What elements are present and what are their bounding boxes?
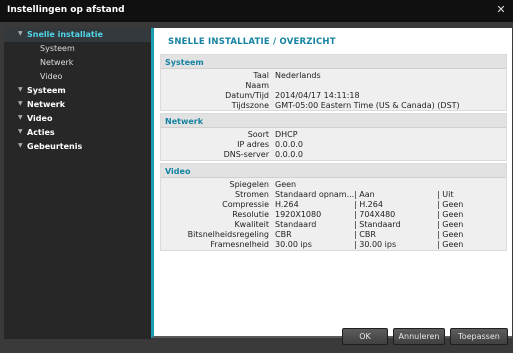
row-value: Standaard opnam... bbox=[275, 190, 355, 199]
sidebar-item-netwerk[interactable]: ▼ Netwerk bbox=[4, 98, 151, 112]
sidebar-item-label: Netwerk bbox=[27, 100, 66, 109]
row-key: Stromen bbox=[234, 190, 269, 199]
row-key: Soort bbox=[247, 130, 269, 139]
sidebar-item-label: Gebeurtenis bbox=[27, 142, 83, 151]
sidebar: ▼ Snelle installatie Systeem Netwerk Vid… bbox=[4, 28, 151, 339]
info-row: Resolutie 1920X1080 | 704X480 | Geen bbox=[161, 210, 506, 220]
section-title: Systeem bbox=[165, 58, 204, 67]
sidebar-subitem-systeem[interactable]: Systeem bbox=[4, 42, 151, 56]
row-value: Geen bbox=[275, 180, 297, 189]
sidebar-item-label: Video bbox=[40, 72, 63, 81]
section-header: Video bbox=[161, 164, 506, 178]
netwerk-section: Netwerk Soort DHCP IP adres 0.0.0.0 DNS-… bbox=[160, 113, 507, 161]
expand-arrow-icon: ▼ bbox=[18, 100, 23, 107]
video-section: Video Spiegelen Geen Stromen Standaard o… bbox=[160, 163, 507, 251]
info-row: DNS-server 0.0.0.0 bbox=[161, 150, 506, 160]
row-key: Kwaliteit bbox=[234, 220, 269, 229]
row-key: Framesnelheid bbox=[210, 240, 269, 249]
info-row: Compressie H.264 | H.264 | Geen bbox=[161, 200, 506, 210]
section-title: Netwerk bbox=[165, 117, 204, 126]
info-row: Spiegelen Geen bbox=[161, 180, 506, 190]
window-title: Instellingen op afstand bbox=[7, 5, 125, 15]
sidebar-subitem-netwerk[interactable]: Netwerk bbox=[4, 56, 151, 70]
row-value: GMT-05:00 Eastern Time (US & Canada) (DS… bbox=[275, 101, 460, 110]
info-row: Kwaliteit Standaard | Standaard | Geen bbox=[161, 220, 506, 230]
row-value: Standaard bbox=[275, 220, 317, 229]
close-icon[interactable]: ✕ bbox=[495, 4, 507, 16]
row-value: 0.0.0.0 bbox=[275, 140, 303, 149]
page-title: SNELLE INSTALLATIE / OVERZICHT bbox=[168, 37, 336, 47]
button-bar: OK Annuleren Toepassen bbox=[0, 325, 513, 353]
row-value: 0.0.0.0 bbox=[275, 150, 303, 159]
sidebar-item-label: Acties bbox=[27, 128, 55, 137]
row-key: Taal bbox=[253, 71, 269, 80]
ok-button[interactable]: OK bbox=[342, 328, 388, 345]
info-row: Bitsnelheidsregeling CBR | CBR | Geen bbox=[161, 230, 506, 240]
row-value-stream3: | Geen bbox=[437, 230, 464, 239]
sidebar-item-label: Snelle installatie bbox=[27, 30, 103, 39]
sidebar-item-acties[interactable]: ▼ Acties bbox=[4, 126, 151, 140]
info-row: Taal Nederlands bbox=[161, 71, 506, 81]
row-key: DNS-server bbox=[223, 150, 269, 159]
row-key: Spiegelen bbox=[229, 180, 269, 189]
row-value-stream3: | Geen bbox=[437, 220, 464, 229]
row-value-stream3: | Geen bbox=[437, 210, 464, 219]
systeem-section: Systeem Taal Nederlands Naam Datum/Tijd … bbox=[160, 54, 507, 111]
expand-arrow-icon: ▼ bbox=[18, 86, 23, 93]
sidebar-item-label: Systeem bbox=[40, 44, 75, 53]
row-value-stream2: | CBR bbox=[354, 230, 376, 239]
row-value: Nederlands bbox=[275, 71, 321, 80]
row-key: IP adres bbox=[237, 140, 269, 149]
sidebar-item-label: Systeem bbox=[27, 86, 66, 95]
info-row: Framesnelheid 30.00 ips | 30.00 ips | Ge… bbox=[161, 240, 506, 250]
expand-arrow-icon: ▼ bbox=[18, 142, 23, 149]
info-row: Soort DHCP bbox=[161, 130, 506, 140]
row-value: H.264 bbox=[275, 200, 299, 209]
content-panel: SNELLE INSTALLATIE / OVERZICHT Systeem T… bbox=[151, 28, 512, 338]
section-header: Netwerk bbox=[161, 114, 506, 128]
sidebar-item-label: Netwerk bbox=[40, 58, 74, 67]
info-row: Stromen Standaard opnam... | Aan | Uit bbox=[161, 190, 506, 200]
section-title: Video bbox=[165, 167, 191, 176]
row-value: CBR bbox=[275, 230, 292, 239]
row-value-stream3: | Geen bbox=[437, 200, 464, 209]
info-row: Naam bbox=[161, 81, 506, 91]
expand-arrow-icon: ▼ bbox=[18, 30, 23, 37]
row-value-stream3: | Geen bbox=[437, 240, 464, 249]
row-value-stream2: | H.264 bbox=[354, 200, 383, 209]
sidebar-item-video[interactable]: ▼ Video bbox=[4, 112, 151, 126]
info-row: Tijdszone GMT-05:00 Eastern Time (US & C… bbox=[161, 101, 506, 111]
row-key: Tijdszone bbox=[231, 101, 269, 110]
apply-button[interactable]: Toepassen bbox=[450, 328, 508, 345]
row-value-stream2: | 30.00 ips bbox=[354, 240, 397, 249]
row-key: Resolutie bbox=[232, 210, 269, 219]
row-value-stream3: | Uit bbox=[437, 190, 454, 199]
row-key: Bitsnelheidsregeling bbox=[187, 230, 269, 239]
row-value: 2014/04/17 14:11:18 bbox=[275, 91, 360, 100]
row-value: DHCP bbox=[275, 130, 298, 139]
cancel-button[interactable]: Annuleren bbox=[393, 328, 445, 345]
expand-arrow-icon: ▼ bbox=[18, 128, 23, 135]
sidebar-subitem-video[interactable]: Video bbox=[4, 70, 151, 84]
sidebar-item-gebeurtenis[interactable]: ▼ Gebeurtenis bbox=[4, 140, 151, 154]
sidebar-item-snelle-installatie[interactable]: ▼ Snelle installatie bbox=[4, 28, 151, 42]
sidebar-item-systeem[interactable]: ▼ Systeem bbox=[4, 84, 151, 98]
row-value-stream2: | 704X480 bbox=[354, 210, 396, 219]
row-key: Compressie bbox=[222, 200, 269, 209]
row-value: 1920X1080 bbox=[275, 210, 322, 219]
row-value-stream2: | Aan bbox=[354, 190, 375, 199]
row-value-stream2: | Standaard bbox=[354, 220, 401, 229]
expand-arrow-icon: ▼ bbox=[18, 114, 23, 121]
settings-window: Instellingen op afstand ✕ ▼ Snelle insta… bbox=[0, 0, 513, 353]
info-row: Datum/Tijd 2014/04/17 14:11:18 bbox=[161, 91, 506, 101]
title-bar: Instellingen op afstand ✕ bbox=[0, 0, 513, 22]
sidebar-item-label: Video bbox=[27, 114, 53, 123]
section-header: Systeem bbox=[161, 55, 506, 69]
row-key: Naam bbox=[245, 81, 269, 90]
row-value: 30.00 ips bbox=[275, 240, 312, 249]
info-row: IP adres 0.0.0.0 bbox=[161, 140, 506, 150]
row-key: Datum/Tijd bbox=[225, 91, 269, 100]
